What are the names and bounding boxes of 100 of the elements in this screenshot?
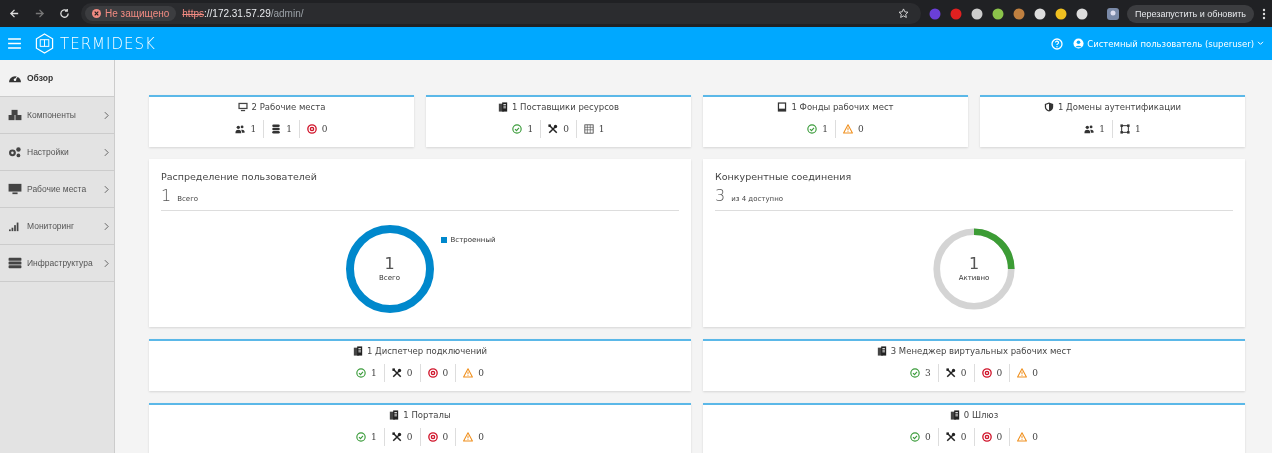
warning-icon xyxy=(463,432,474,442)
tools-icon xyxy=(391,368,402,378)
stat-count: 0 xyxy=(563,124,569,134)
stat-count: 0 xyxy=(442,432,449,442)
extension-icon[interactable] xyxy=(992,7,1005,20)
menu-icon[interactable] xyxy=(8,38,21,49)
stat-count: 0 xyxy=(478,368,484,378)
database-icon xyxy=(271,124,282,134)
extension-icon[interactable] xyxy=(1055,7,1068,20)
error-icon xyxy=(427,368,438,378)
tools-icon xyxy=(945,368,956,378)
stat-count: 0 xyxy=(925,432,931,442)
check-circle-icon xyxy=(910,368,921,378)
card-title: 0 Шлюз xyxy=(963,410,999,420)
reload-icon[interactable] xyxy=(59,8,70,19)
warning-icon xyxy=(1017,432,1028,442)
update-button[interactable]: Перезапустить и обновить xyxy=(1127,4,1254,23)
center-value: 1 xyxy=(384,256,395,272)
sidebar-item[interactable]: Компоненты xyxy=(0,97,114,134)
check-circle-icon xyxy=(807,124,818,134)
card-title: 1 Фонды рабочих мест xyxy=(791,102,894,112)
error-icon xyxy=(92,9,101,18)
sidebar-item[interactable]: Мониторинг xyxy=(0,208,114,245)
card-title: 1 Поставщики ресурсов xyxy=(511,102,619,112)
extension-icon[interactable] xyxy=(1013,7,1026,20)
stat-count: 0 xyxy=(406,432,413,442)
check-circle-icon xyxy=(910,432,921,442)
check-circle-icon xyxy=(512,124,523,134)
sidebar-item[interactable]: Рабочие места xyxy=(0,171,114,208)
server-icon xyxy=(497,102,508,112)
security-badge[interactable]: Не защищено xyxy=(85,6,177,21)
address-bar[interactable]: Не защищено https://172.31.57.29/admin/ xyxy=(81,3,922,24)
cubes-icon xyxy=(8,109,22,121)
extension-icon[interactable] xyxy=(971,7,984,20)
stat-count: 0 xyxy=(321,124,328,134)
error-icon xyxy=(981,432,992,442)
panel-title: Распределение пользователей xyxy=(161,171,318,182)
tools-icon xyxy=(548,124,559,134)
tools-icon xyxy=(391,432,402,442)
card-title: 1 Порталы xyxy=(403,410,451,420)
stat-count: 0 xyxy=(996,368,1003,378)
error-icon xyxy=(427,432,438,442)
user-icon xyxy=(1073,38,1085,49)
more-icon[interactable] xyxy=(1262,7,1266,20)
url-path: /admin/ xyxy=(270,8,304,19)
server-icon xyxy=(389,410,400,420)
stat-count: 0 xyxy=(960,432,967,442)
total-count: 1 xyxy=(161,186,172,205)
stat-count: 1 xyxy=(371,432,377,442)
users-icon xyxy=(235,124,246,134)
grid-box-icon xyxy=(583,124,594,134)
back-icon[interactable] xyxy=(9,8,20,19)
profile-icon[interactable] xyxy=(1107,7,1120,20)
sidebar-item[interactable]: Настройки xyxy=(0,134,114,171)
chevron-icon xyxy=(104,221,109,231)
sidebar-item[interactable]: Обзор xyxy=(0,60,114,97)
chevron-icon xyxy=(104,110,109,120)
users-icon xyxy=(1084,124,1095,134)
stat-count: 0 xyxy=(996,432,1003,442)
extension-icon[interactable] xyxy=(1076,7,1089,20)
server-icon xyxy=(8,257,22,269)
sidebar-item[interactable]: Инфраструктура xyxy=(0,245,114,282)
help-icon[interactable] xyxy=(1051,37,1064,50)
stat-count: 1 xyxy=(371,368,377,378)
warning-icon xyxy=(463,368,474,378)
stat-count: 1 xyxy=(822,124,828,134)
card-title: 1 Диспетчер подключений xyxy=(366,346,488,356)
gears-icon xyxy=(8,146,22,158)
card-title: 1 Домены аутентификации xyxy=(1058,102,1181,112)
server-icon xyxy=(352,346,363,356)
stat-count: 0 xyxy=(1032,368,1038,378)
check-circle-icon xyxy=(356,368,367,378)
tools-icon xyxy=(945,432,956,442)
warning-icon xyxy=(843,124,853,134)
server-icon xyxy=(876,346,887,356)
frame-icon xyxy=(1120,124,1130,134)
server-icon xyxy=(949,410,960,420)
star-icon[interactable] xyxy=(898,8,910,19)
warning-icon xyxy=(1017,368,1028,378)
stat-count: 1 xyxy=(286,124,292,134)
forward-icon[interactable] xyxy=(34,8,45,19)
stat-count: 3 xyxy=(925,368,931,378)
total-count: 3 xyxy=(715,186,726,205)
stat-count: 1 xyxy=(250,124,257,134)
stat-count: 1 xyxy=(1099,124,1105,134)
monitor-icon xyxy=(237,102,248,112)
extension-icon[interactable] xyxy=(1034,7,1047,20)
url-host: ://172.31.57.29 xyxy=(204,8,271,19)
chevron-icon xyxy=(104,184,109,194)
center-value: 1 xyxy=(968,256,980,272)
stat-count: 0 xyxy=(478,432,484,442)
stat-count: 1 xyxy=(598,124,605,134)
stat-count: 1 xyxy=(1135,124,1141,134)
url-scheme: https xyxy=(182,8,204,19)
hexagon-logo-icon xyxy=(35,33,54,54)
panel-title: Конкурентные соединения xyxy=(715,171,853,182)
monitor-icon xyxy=(777,102,788,112)
stat-count: 0 xyxy=(858,124,864,134)
stat-count: 0 xyxy=(1032,432,1038,442)
caret-icon xyxy=(1257,41,1264,46)
